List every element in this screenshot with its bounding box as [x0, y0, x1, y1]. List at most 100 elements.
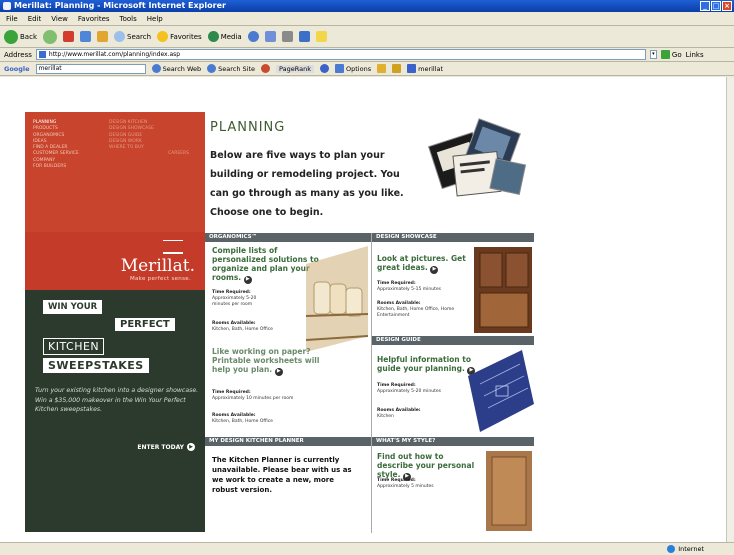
section-head-organomics[interactable]: ORGANOMICS™	[205, 233, 371, 242]
enter-today-link[interactable]: ENTER TODAY ▶	[137, 443, 195, 451]
guide-rooms-value: Kitchen	[377, 414, 394, 419]
maximize-button[interactable]: □	[711, 1, 721, 11]
organomics-time-value: Approximately 5-20 minutes per room	[212, 296, 257, 307]
news-icon[interactable]	[261, 64, 271, 73]
nav-item-for-builders[interactable]: For Builders	[33, 164, 79, 170]
go-arrow-icon	[660, 50, 670, 59]
showcase-rooms-label: Rooms Available:	[377, 301, 421, 306]
search-icon	[114, 31, 125, 42]
sweep-perfect: PERFECT	[115, 318, 175, 331]
enter-today-label: ENTER TODAY	[137, 443, 184, 451]
links-button[interactable]: Links	[686, 51, 704, 59]
title-bar: Merillat: Planning - Microsoft Internet …	[0, 0, 734, 12]
organomics-rooms-value: Kitchen, Bath, Home Office	[212, 327, 273, 332]
worksheets-arrow-icon[interactable]: ▶	[274, 367, 283, 376]
brand-tagline: Make perfect sense.	[129, 276, 191, 282]
address-input[interactable]: http://www.merillat.com/planning/index.a…	[35, 49, 646, 60]
address-dropdown-button[interactable]: ▾	[649, 50, 657, 59]
worksheets-rooms-value: Kitchen, Bath, Home Office	[212, 419, 273, 424]
pagerank-indicator[interactable]: PageRank	[276, 64, 315, 73]
browser-window: Merillat: Planning - Microsoft Internet …	[0, 0, 734, 555]
site-nav: Planning Products Organomics Ideas Find …	[25, 112, 205, 232]
section-head-design-guide[interactable]: DESIGN GUIDE	[372, 336, 534, 345]
sweep-kitchen: KITCHEN	[43, 338, 105, 355]
menu-file[interactable]: File	[6, 12, 18, 25]
brand-block[interactable]: Merillat. Make perfect sense.	[25, 232, 205, 290]
stacked-cards-illustration	[427, 118, 527, 197]
minimize-button[interactable]: _	[700, 1, 710, 11]
organomics-rooms-label: Rooms Available:	[212, 321, 256, 326]
guide-lead-text: Helpful information to guide your planni…	[377, 355, 471, 373]
highlight-icon[interactable]	[392, 64, 402, 73]
go-button[interactable]: Go	[660, 50, 682, 59]
showcase-cabinet-image	[474, 247, 532, 333]
worksheets-rooms-label: Rooms Available:	[212, 413, 256, 418]
nav-item-careers[interactable]: Careers	[109, 151, 189, 157]
menu-view[interactable]: View	[51, 12, 68, 25]
ie-app-icon	[3, 2, 11, 10]
vertical-scrollbar[interactable]	[726, 77, 734, 542]
organomics-arrow-icon[interactable]: ▶	[243, 275, 252, 284]
sweep-win-your: WIN YOUR	[43, 300, 103, 314]
sweepstakes-promo[interactable]: WIN YOUR PERFECT KITCHEN SWEEPSTAKES Tur…	[25, 290, 205, 532]
address-label: Address	[4, 50, 32, 59]
worksheets-lead[interactable]: Like working on paper? Printable workshe…	[212, 347, 327, 376]
showcase-arrow-icon[interactable]: ▶	[430, 265, 439, 274]
worksheets-lead-text: Like working on paper? Printable workshe…	[212, 347, 320, 374]
nav-column-1: Planning Products Organomics Ideas Find …	[33, 120, 79, 170]
options-button[interactable]: Options	[335, 64, 371, 73]
section-head-kitchen-planner[interactable]: MY DESIGN KITCHEN PLANNER	[205, 437, 371, 446]
home-icon[interactable]	[97, 31, 108, 42]
sweep-sweepstakes: SWEEPSTAKES	[43, 358, 149, 373]
search-site-icon	[207, 64, 217, 73]
nav-column-2: Design Kitchen Design Showcase Design Gu…	[109, 120, 189, 158]
info-icon[interactable]	[320, 64, 330, 73]
media-button[interactable]: Media	[207, 31, 242, 42]
menu-bar: File Edit View Favorites Tools Help	[0, 12, 734, 26]
star-icon	[157, 31, 169, 42]
worksheets-time-value: Approximately 10 minutes per room	[212, 396, 294, 401]
showcase-lead[interactable]: Look at pictures. Get great ideas. ▶	[377, 254, 467, 274]
guide-rooms-label: Rooms Available:	[377, 408, 421, 413]
search-web-icon	[151, 64, 161, 73]
refresh-icon[interactable]	[80, 31, 91, 42]
favorites-button[interactable]: Favorites	[157, 31, 202, 42]
back-button[interactable]: Back	[4, 29, 37, 44]
print-icon[interactable]	[281, 31, 293, 42]
menu-edit[interactable]: Edit	[28, 12, 42, 25]
google-toolbar: Google merillat Search Web Search Site P…	[0, 62, 734, 76]
showcase-lead-text: Look at pictures. Get great ideas.	[377, 254, 466, 272]
edit-icon[interactable]	[298, 31, 310, 42]
history-icon[interactable]	[247, 31, 259, 42]
section-head-design-showcase[interactable]: DESIGN SHOWCASE	[372, 233, 534, 242]
address-bar: Address http://www.merillat.com/planning…	[0, 48, 734, 62]
style-time-value: Approximately 5 minutes	[377, 484, 434, 489]
worksheets-time-label: Time Required:	[212, 390, 251, 395]
search-site-button[interactable]: Search Site	[207, 64, 255, 73]
nav-item-customer-service[interactable]: Customer Service	[33, 151, 79, 157]
mail-icon[interactable]	[264, 31, 276, 42]
google-logo[interactable]: Google	[4, 65, 30, 73]
section-head-whats-my-style[interactable]: WHAT'S MY STYLE?	[372, 437, 534, 446]
section-divider	[371, 233, 372, 533]
zone-label: Internet	[678, 545, 704, 553]
search-web-button[interactable]: Search Web	[151, 64, 201, 73]
menu-favorites[interactable]: Favorites	[78, 12, 110, 25]
planning-hero-image	[415, 115, 530, 205]
page-title: PLANNING	[210, 120, 286, 135]
folder-icon[interactable]	[315, 31, 327, 42]
stop-icon[interactable]	[63, 31, 74, 42]
highlight-term-button[interactable]: merillat	[407, 64, 443, 73]
forward-arrow-icon[interactable]	[43, 29, 57, 44]
close-button[interactable]: ×	[722, 1, 732, 11]
search-button[interactable]: Search	[114, 31, 151, 42]
menu-tools[interactable]: Tools	[120, 12, 137, 25]
style-lead[interactable]: Find out how to describe your personal s…	[377, 452, 477, 481]
globe-icon	[667, 545, 676, 553]
menu-help[interactable]: Help	[147, 12, 163, 25]
google-search-input[interactable]: merillat	[35, 63, 146, 74]
media-icon	[207, 31, 219, 42]
folder-icon[interactable]	[377, 64, 387, 73]
style-lead-text: Find out how to describe your personal s…	[377, 452, 475, 479]
brand-logo: Merillat.	[120, 256, 195, 276]
